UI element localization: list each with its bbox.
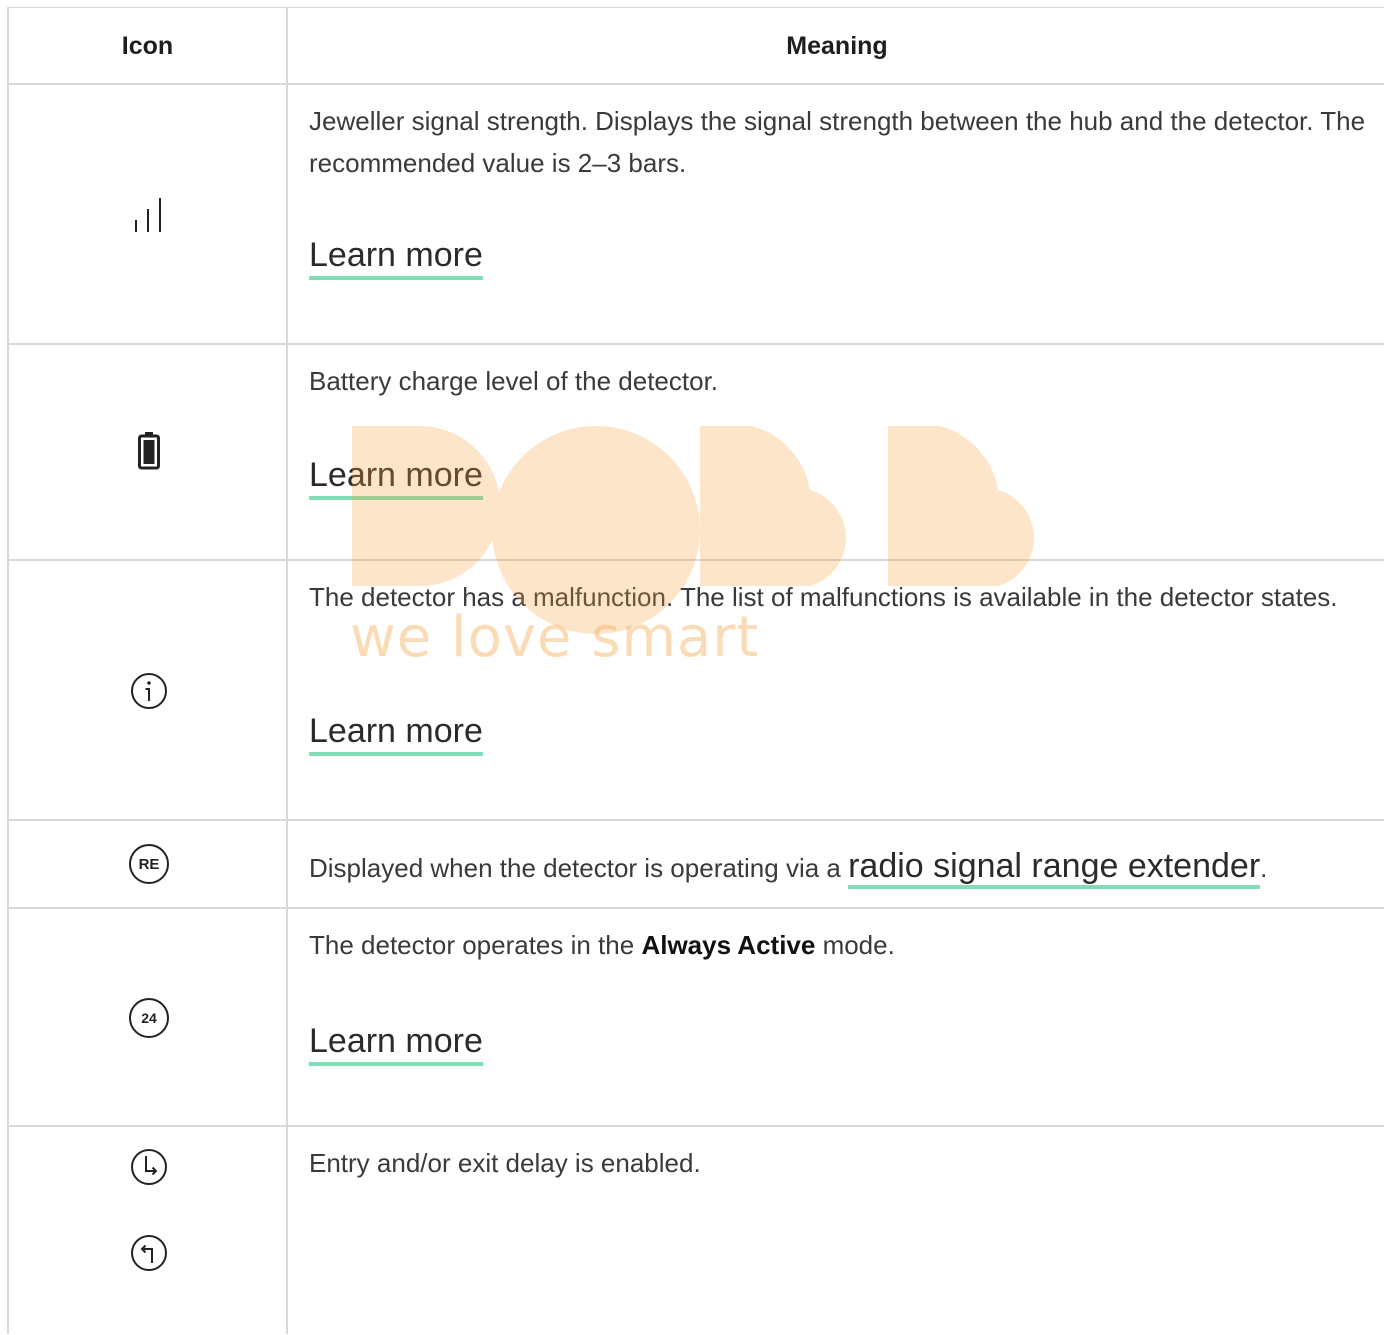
info-icon xyxy=(131,673,167,709)
learn-more-link[interactable]: Learn more xyxy=(309,235,483,280)
learn-more-link[interactable]: Learn more xyxy=(309,1021,483,1066)
learn-more-link[interactable]: Learn more xyxy=(309,455,483,500)
table-row: 24 The detector operates in the Always A… xyxy=(9,909,1384,1127)
meaning-text-before: The detector operates in the xyxy=(309,930,642,960)
table-row: The detector has a malfunction. The list… xyxy=(9,561,1384,821)
always-active-icon: 24 xyxy=(129,998,169,1038)
meaning-text-after: . xyxy=(1260,853,1268,883)
table-header: Icon Meaning xyxy=(9,8,1384,85)
learn-more-link[interactable]: Learn more xyxy=(309,711,483,756)
meaning-text-after: mode. xyxy=(815,930,895,960)
icon-meaning-table: Icon Meaning Jeweller signal strength. D… xyxy=(7,7,1384,1334)
meaning-text: Battery charge level of the detector. xyxy=(309,366,719,396)
signal-strength-icon xyxy=(135,198,161,232)
range-extender-link[interactable]: radio signal range extender xyxy=(848,847,1261,889)
battery-icon xyxy=(138,432,160,470)
range-extender-icon-label: RE xyxy=(138,855,160,873)
table-row: Battery charge level of the detector. Le… xyxy=(9,345,1384,561)
meaning-column-header: Meaning xyxy=(786,31,888,60)
table-row: Jeweller signal strength. Displays the s… xyxy=(9,85,1384,345)
table-row: Entry and/or exit delay is enabled. xyxy=(9,1127,1384,1335)
icon-column-header: Icon xyxy=(121,31,174,60)
meaning-text-before: Displayed when the detector is operating… xyxy=(309,853,849,883)
meaning-text: Entry and/or exit delay is enabled. xyxy=(309,1148,701,1178)
mode-name: Always Active xyxy=(641,930,816,960)
meaning-text: Displayed when the detector is operating… xyxy=(309,845,1366,889)
range-extender-icon: RE xyxy=(129,844,169,884)
meaning-text: The detector operates in the Always Acti… xyxy=(309,924,1366,966)
entry-delay-icon xyxy=(131,1149,167,1185)
always-active-icon-label: 24 xyxy=(141,1010,157,1026)
meaning-text: Jeweller signal strength. Displays the s… xyxy=(309,106,1366,178)
table-row: RE Displayed when the detector is operat… xyxy=(9,821,1384,909)
meaning-text: The detector has a malfunction. The list… xyxy=(309,582,1338,612)
exit-delay-icon xyxy=(131,1235,167,1271)
